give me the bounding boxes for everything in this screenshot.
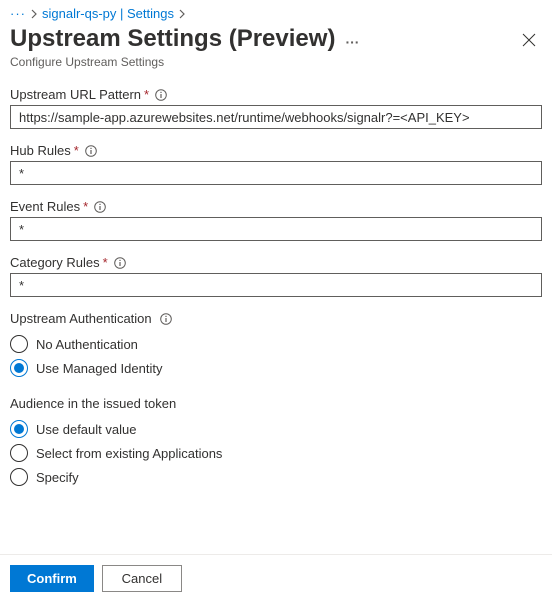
required-icon: * — [144, 87, 149, 102]
url-pattern-input[interactable] — [10, 105, 542, 129]
category-rules-label: Category Rules — [10, 255, 100, 270]
hub-rules-input[interactable] — [10, 161, 542, 185]
info-icon[interactable] — [160, 313, 172, 325]
radio-no-auth[interactable]: No Authentication — [10, 332, 542, 356]
auth-section-label: Upstream Authentication — [10, 311, 152, 326]
confirm-button[interactable]: Confirm — [10, 565, 94, 592]
radio-label: Use default value — [36, 422, 136, 437]
breadcrumb-more-icon[interactable]: ··· — [10, 6, 26, 21]
event-rules-label: Event Rules — [10, 199, 80, 214]
hub-rules-label: Hub Rules — [10, 143, 71, 158]
divider — [0, 554, 552, 555]
radio-icon — [10, 468, 28, 486]
close-icon[interactable] — [522, 25, 538, 50]
info-icon[interactable] — [114, 257, 126, 269]
more-actions-icon[interactable]: ··· — [345, 28, 359, 50]
radio-label: Specify — [36, 470, 79, 485]
cancel-button[interactable]: Cancel — [102, 565, 182, 592]
event-rules-input[interactable] — [10, 217, 542, 241]
radio-label: Select from existing Applications — [36, 446, 222, 461]
footer: Confirm Cancel — [0, 555, 552, 602]
radio-audience-existing[interactable]: Select from existing Applications — [10, 441, 542, 465]
audience-section-label: Audience in the issued token — [10, 396, 176, 411]
category-rules-input[interactable] — [10, 273, 542, 297]
info-icon[interactable] — [85, 145, 97, 157]
radio-label: Use Managed Identity — [36, 361, 162, 376]
required-icon: * — [103, 255, 108, 270]
url-pattern-label: Upstream URL Pattern — [10, 87, 141, 102]
breadcrumb-link-settings[interactable]: signalr-qs-py | Settings — [42, 6, 174, 21]
radio-audience-default[interactable]: Use default value — [10, 417, 542, 441]
chevron-right-icon — [178, 9, 186, 19]
page-subtitle: Configure Upstream Settings — [10, 55, 359, 69]
info-icon[interactable] — [155, 89, 167, 101]
required-icon: * — [83, 199, 88, 214]
radio-icon — [10, 444, 28, 462]
breadcrumb: ··· signalr-qs-py | Settings — [0, 0, 552, 23]
page-title: Upstream Settings (Preview) — [10, 25, 335, 53]
radio-icon — [10, 335, 28, 353]
required-icon: * — [74, 143, 79, 158]
chevron-right-icon — [30, 9, 38, 19]
radio-managed-identity[interactable]: Use Managed Identity — [10, 356, 542, 380]
radio-audience-specify[interactable]: Specify — [10, 465, 542, 489]
info-icon[interactable] — [94, 201, 106, 213]
radio-icon — [10, 420, 28, 438]
radio-label: No Authentication — [36, 337, 138, 352]
radio-icon — [10, 359, 28, 377]
panel-header: Upstream Settings (Preview) ··· Configur… — [0, 23, 552, 69]
